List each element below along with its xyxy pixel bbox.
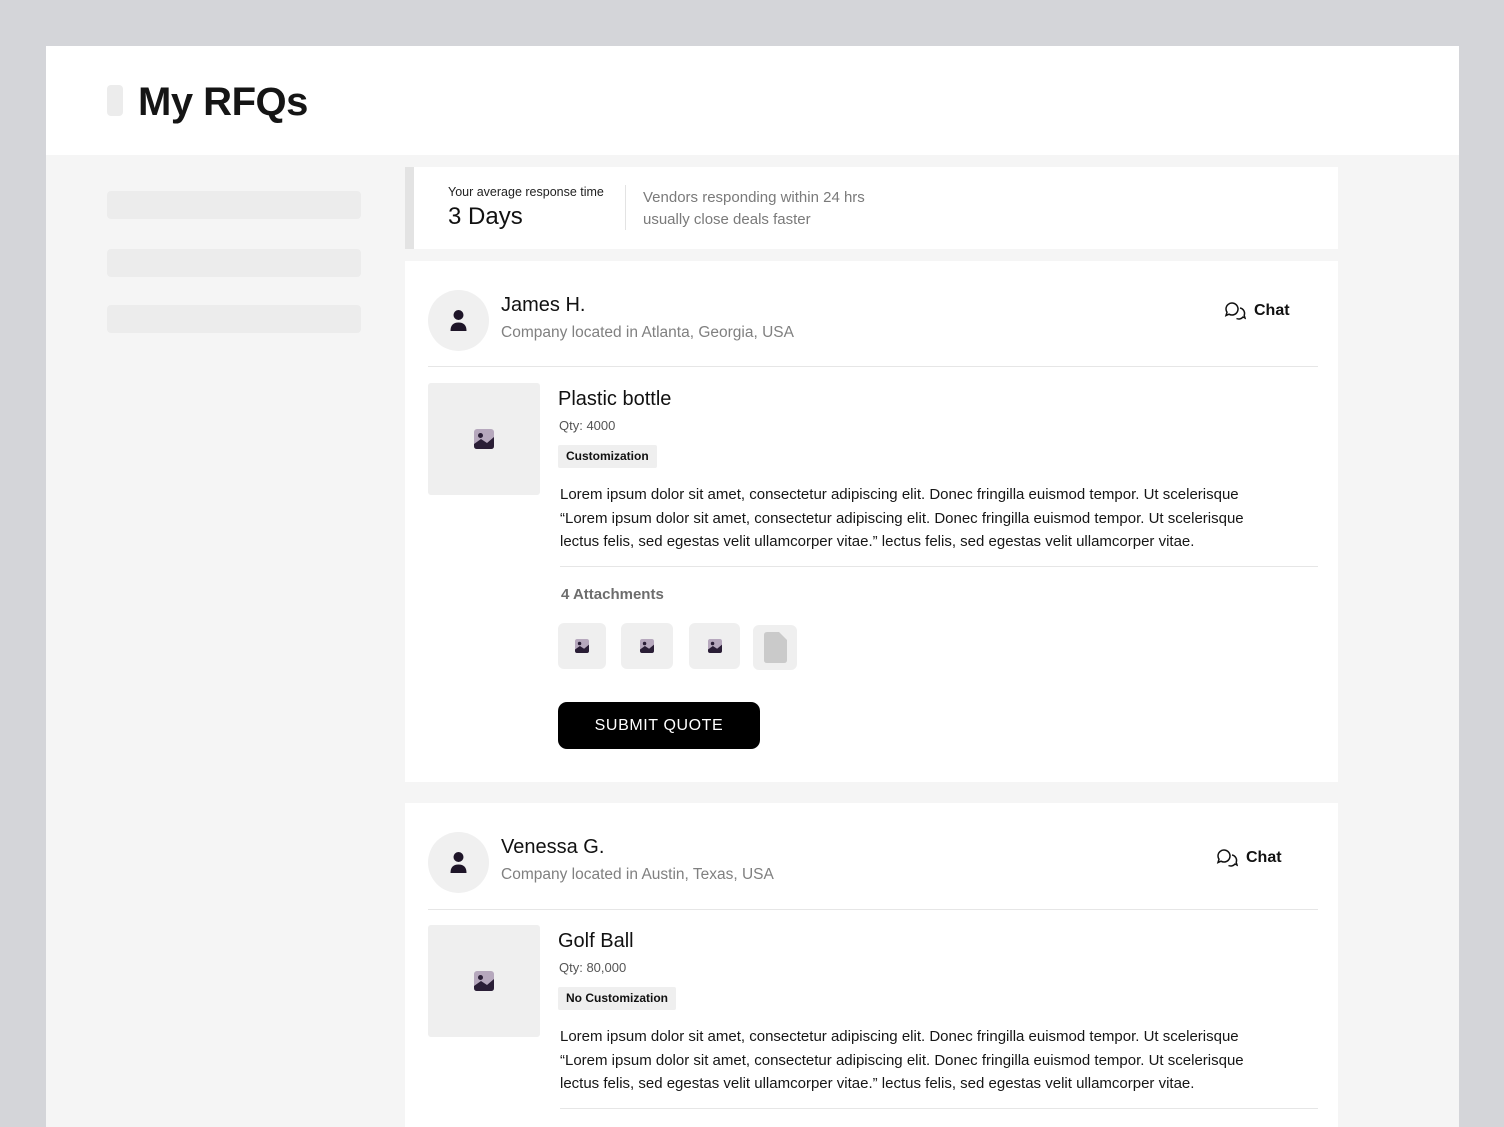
- avatar: [428, 290, 489, 351]
- sidebar-placeholder-1: [107, 191, 361, 219]
- user-icon: [450, 852, 467, 873]
- avatar: [428, 832, 489, 893]
- description-divider: [560, 566, 1318, 567]
- customization-badge: No Customization: [558, 987, 676, 1010]
- product-description: Lorem ipsum dolor sit amet, consectetur …: [560, 486, 1244, 550]
- sidebar-placeholder-2: [107, 249, 361, 277]
- rfq-card: Venessa G. Company located in Austin, Te…: [405, 803, 1338, 1127]
- image-icon: [474, 429, 494, 449]
- product-image: [428, 925, 540, 1037]
- chat-label: Chat: [1254, 302, 1290, 319]
- attachments-title: 4 Attachments: [561, 586, 664, 603]
- description-divider: [560, 1108, 1318, 1109]
- submit-quote-button[interactable]: SUBMIT QUOTE: [558, 702, 760, 749]
- image-icon: [474, 971, 494, 991]
- app-frame: My RFQs Your average response time 3 Day…: [46, 46, 1459, 1127]
- attachment-thumb[interactable]: [558, 623, 606, 669]
- response-time-label: Your average response time: [448, 185, 604, 199]
- product-qty: Qty: 4000: [559, 418, 616, 433]
- attachment-thumb[interactable]: [621, 623, 673, 669]
- chat-button[interactable]: Chat: [1216, 848, 1282, 868]
- chat-button[interactable]: Chat: [1224, 301, 1290, 321]
- user-icon: [450, 310, 467, 331]
- attachment-thumb[interactable]: [689, 623, 740, 669]
- customization-badge: Customization: [558, 445, 657, 468]
- product-qty: Qty: 80,000: [559, 960, 627, 975]
- header-divider: [428, 909, 1318, 910]
- chat-icon: [1216, 849, 1238, 867]
- page-title: My RFQs: [138, 80, 308, 124]
- rfq-card: James H. Company located in Atlanta, Geo…: [405, 261, 1338, 782]
- product-name: Golf Ball: [558, 930, 634, 952]
- image-icon: [708, 639, 722, 653]
- image-icon: [575, 639, 589, 653]
- buyer-name: Venessa G.: [501, 836, 605, 858]
- buyer-name: James H.: [501, 294, 586, 316]
- response-tip: Vendors responding within 24 hrs usually…: [643, 189, 865, 228]
- buyer-location: Company located in Atlanta, Georgia, USA: [501, 324, 794, 341]
- header-divider: [428, 366, 1318, 367]
- buyer-location: Company located in Austin, Texas, USA: [501, 866, 774, 883]
- response-time-value: 3 Days: [448, 203, 523, 230]
- chat-label: Chat: [1246, 849, 1282, 866]
- sidebar-placeholder-3: [107, 305, 361, 333]
- file-icon: [764, 632, 787, 663]
- product-image: [428, 383, 540, 495]
- page-header: My RFQs: [46, 46, 1459, 155]
- product-name: Plastic bottle: [558, 388, 672, 410]
- stat-divider: [625, 185, 626, 230]
- response-time-card: Your average response time 3 Days Vendor…: [405, 167, 1338, 249]
- back-button[interactable]: [107, 85, 123, 116]
- product-description: Lorem ipsum dolor sit amet, consectetur …: [560, 1028, 1244, 1092]
- image-icon: [640, 639, 654, 653]
- attachment-thumb[interactable]: [753, 625, 797, 670]
- chat-icon: [1224, 302, 1246, 320]
